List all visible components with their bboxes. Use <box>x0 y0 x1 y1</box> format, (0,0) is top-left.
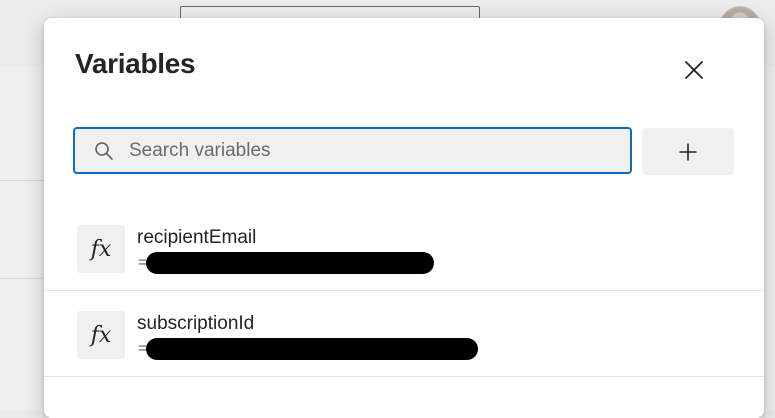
background-divider <box>0 180 44 181</box>
variable-name: subscriptionId <box>137 313 255 334</box>
variable-row[interactable]: fx subscriptionId = <box>44 290 764 377</box>
search-box[interactable] <box>73 127 632 174</box>
add-variable-button[interactable] <box>642 128 734 175</box>
variable-name: recipientEmail <box>137 227 257 248</box>
background-panel-left <box>0 66 44 411</box>
search-icon <box>93 140 115 162</box>
background-panel-right <box>764 66 775 411</box>
search-input[interactable] <box>127 134 611 167</box>
fx-icon: fx <box>77 311 125 359</box>
redacted-value <box>146 338 478 360</box>
fx-icon: fx <box>77 225 125 273</box>
redacted-value <box>146 252 434 274</box>
close-button[interactable] <box>680 56 708 84</box>
variable-row[interactable]: fx recipientEmail = <box>44 204 764 291</box>
dialog-title: Variables <box>75 48 196 79</box>
plus-icon <box>679 142 697 161</box>
close-icon <box>685 61 703 79</box>
background-divider <box>0 278 44 279</box>
variables-dialog: Variables fx recipientEmail = fx subscri… <box>44 18 764 418</box>
